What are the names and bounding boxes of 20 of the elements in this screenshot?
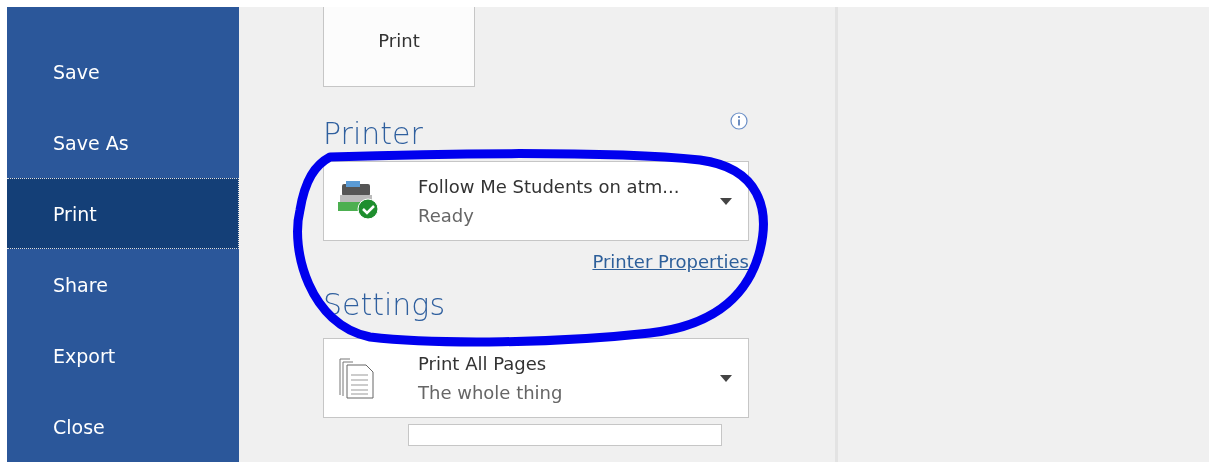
printer-dropdown[interactable]: Follow Me Students on atm... Ready [323, 161, 749, 241]
pages-dropdown[interactable]: Print All Pages The whole thing [323, 338, 749, 418]
sidebar-item[interactable]: Share [7, 249, 239, 320]
caret-icon [720, 197, 732, 205]
printer-status: Ready [418, 205, 475, 226]
info-icon[interactable] [730, 112, 748, 130]
sidebar-item[interactable]: Close [7, 391, 239, 462]
sidebar-item[interactable]: Print [7, 178, 239, 249]
sidebar-item[interactable]: Save As [7, 107, 239, 178]
sidebar-item[interactable]: Save [7, 36, 239, 107]
section-heading: Printer [323, 117, 423, 151]
printer-name: Follow Me Students on atm... [418, 176, 681, 197]
setting-subtitle: The whole thing [418, 382, 564, 403]
printer-properties-link[interactable]: Printer Properties [592, 251, 749, 272]
sidebar-item[interactable]: Export [7, 320, 239, 391]
caret-icon [720, 374, 732, 382]
section-heading: Settings [323, 288, 446, 322]
field-box[interactable] [408, 424, 722, 446]
print-button[interactable]: Print [323, 7, 475, 87]
setting-title: Print All Pages [418, 353, 548, 374]
